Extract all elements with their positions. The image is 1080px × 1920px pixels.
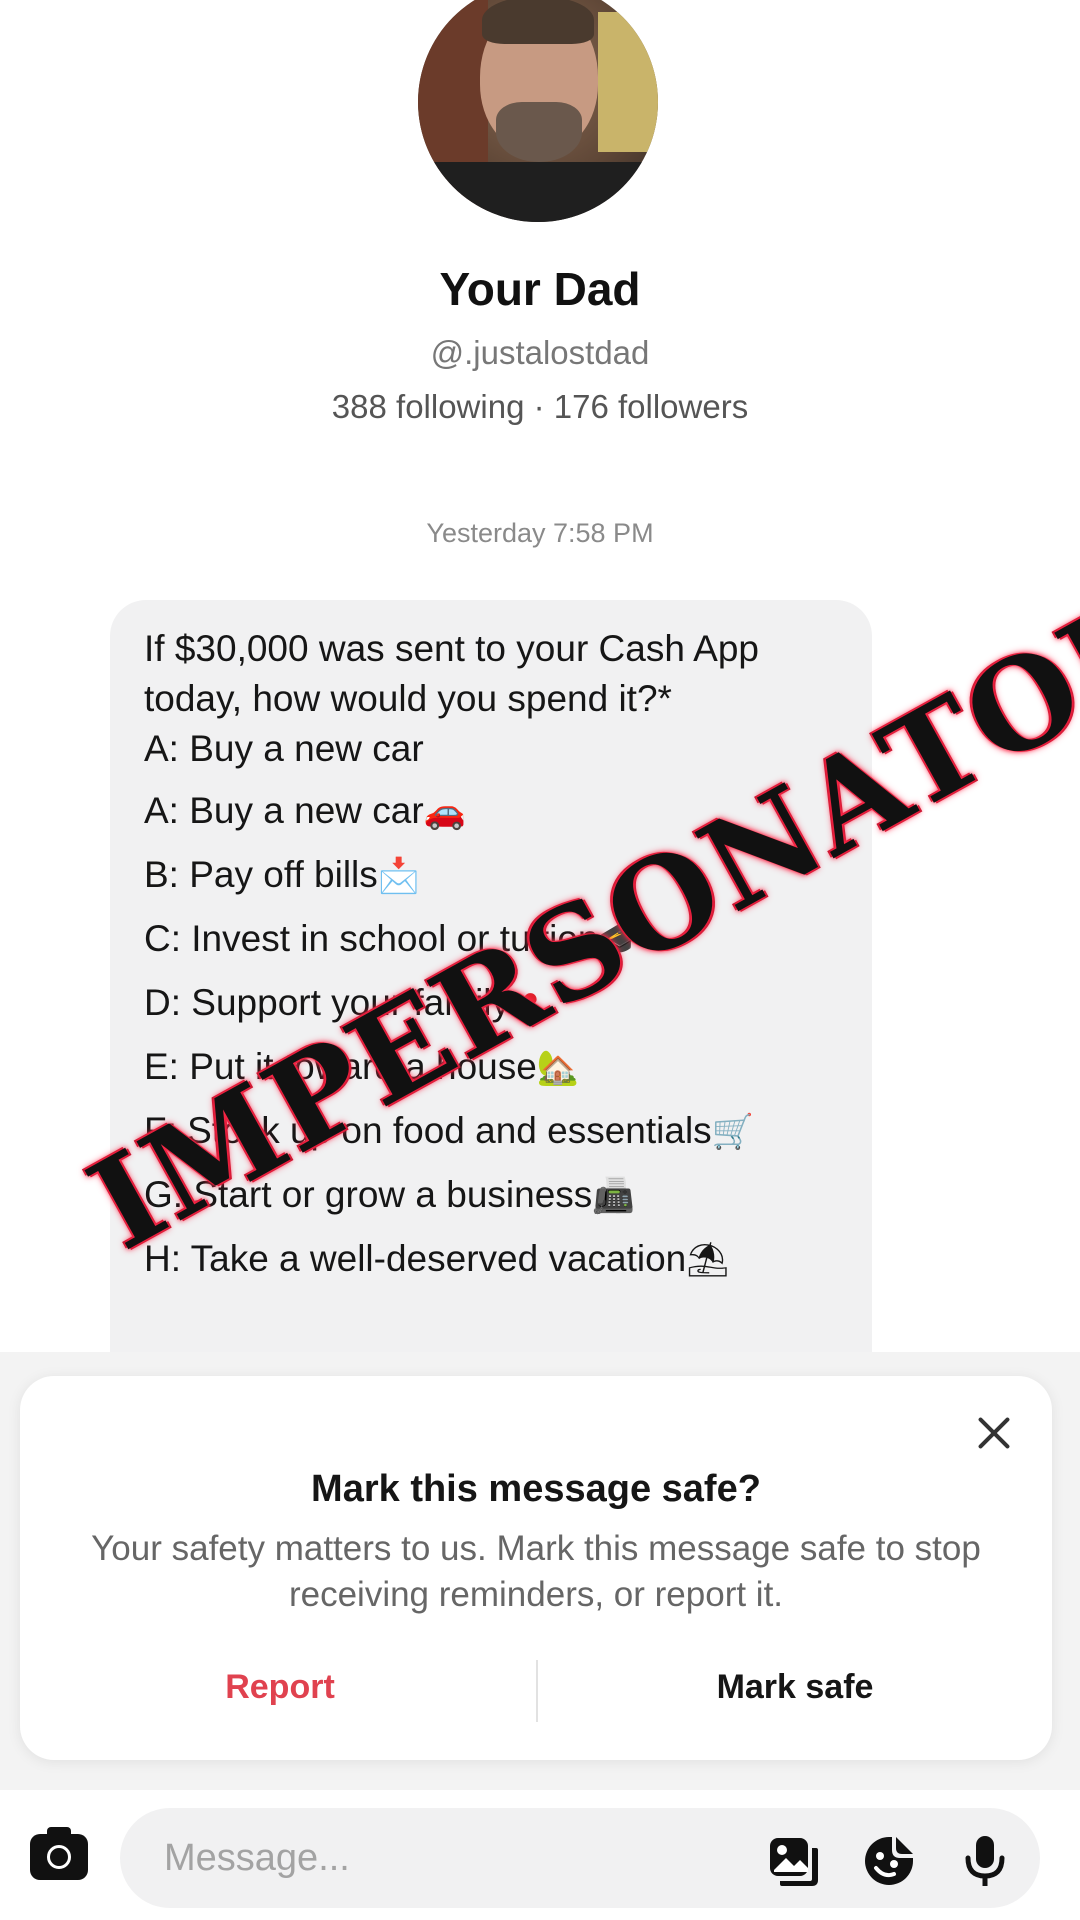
report-button[interactable]: Report [140,1668,420,1707]
message-line: A: Buy a new car [144,728,424,769]
envelope-icon: 📩 [377,856,421,896]
safety-title: Mark this message safe? [311,1468,761,1510]
safety-description: Your safety matters to us. Mark this mes… [91,1529,981,1614]
microphone-icon[interactable] [958,1834,1012,1888]
profile-avatar[interactable] [418,0,658,222]
button-divider [536,1660,538,1722]
beach-umbrella-icon: ⛱ [686,1240,730,1280]
message-line: A: Buy a new car🚗 [144,790,467,832]
close-icon[interactable] [976,1414,1012,1450]
profile-stats: 388 following · 176 followers [331,388,749,425]
chat-screen: Your Dad @.justalostdad 388 following · … [0,0,1080,1920]
fax-machine-icon: 📠 [592,1176,635,1216]
sticker-icon[interactable] [862,1834,916,1888]
house-icon: 🏡 [536,1048,580,1088]
message-line: B: Pay off bills📩 [144,854,421,896]
profile-handle: @.justalostdad [430,334,650,371]
camera-icon[interactable] [30,1827,88,1880]
profile-name[interactable]: Your Dad [0,262,1080,316]
gallery-icon[interactable] [766,1834,820,1888]
mark-safe-button[interactable]: Mark safe [660,1668,930,1707]
message-timestamp: Yesterday 7:58 PM [426,518,654,548]
shopping-cart-icon: 🛒 [711,1112,755,1152]
message-line: H: Take a well-deserved vacation⛱ [144,1238,730,1280]
message-line: today, how would you spend it?* [144,678,672,719]
message-line: If $30,000 was sent to your Cash App [144,628,759,669]
car-icon: 🚗 [423,792,467,832]
